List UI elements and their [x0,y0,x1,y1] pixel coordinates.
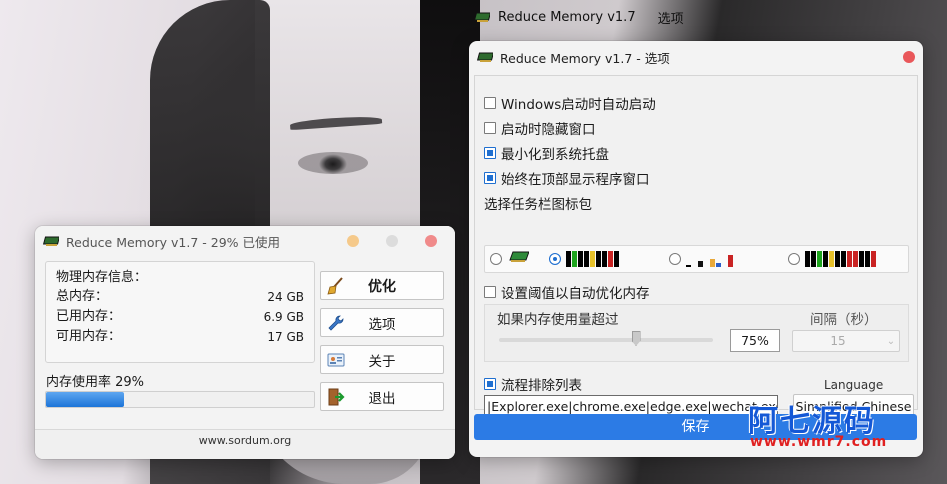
options-label: 选项 [368,316,396,333]
about-button[interactable]: 关于 [320,345,444,374]
always-on-top-checkbox[interactable]: 始终在顶部显示程序窗口 [484,168,650,188]
memory-row-label: 总内存： [56,289,109,304]
language-label: Language [824,378,884,392]
main-window: Reduce Memory v1.7 - 29% 已使用 物理内存信息： 总内存… [35,226,455,459]
website-link[interactable]: www.sordum.org [35,429,455,459]
memory-row-used: 已用内存： 6.9 GB [56,307,304,327]
memory-chip-icon [473,11,492,23]
background-title-suffix: 选项 [657,11,684,27]
chip-pack-icon [507,249,530,269]
watermark-logo: 阿七源码 www.wmr7.com [748,396,918,456]
memory-usage-bar [45,391,315,408]
led-strip-icon [566,251,619,267]
checkbox-label: 始终在顶部显示程序窗口 [501,172,650,188]
optimize-button[interactable]: 优化 [320,271,444,300]
memory-row-value: 17 GB [267,330,304,344]
checkbox-label: Windows启动时自动启动 [501,97,656,113]
bar-strip-icon [686,251,733,267]
memory-row-label: 可用内存： [56,329,122,344]
slider-thumb[interactable] [631,331,641,346]
id-card-icon [325,349,347,371]
interval-label: 间隔（秒） [810,312,878,328]
close-button[interactable] [425,235,437,247]
autostart-checkbox[interactable]: Windows启动时自动启动 [484,93,656,113]
minimize-button[interactable] [347,235,359,247]
checkbox-box[interactable] [484,172,496,184]
checkbox-box[interactable] [484,286,496,298]
checkbox-box[interactable] [484,147,496,159]
options-titlebar[interactable]: Reduce Memory v1.7 - 选项 [469,41,923,73]
interval-select[interactable]: 15 ⌄ [792,330,900,352]
memory-row-value: 24 GB [267,290,304,304]
icon-pack-option-4[interactable] [788,251,876,267]
checkbox-label: 最小化到系统托盘 [501,147,609,163]
exclusion-list-checkbox[interactable]: 流程排除列表 [484,374,582,394]
memory-info-panel: 物理内存信息： 总内存： 24 GB 已用内存： 6.9 GB 可用内存： 17… [45,261,315,363]
options-button[interactable]: 选项 [320,308,444,337]
memory-row-label: 已用内存： [56,309,122,324]
icon-pack-option-3[interactable] [669,251,733,267]
wallpaper-eye [298,152,368,174]
checkbox-box[interactable] [484,378,496,390]
options-window-title: Reduce Memory v1.7 - 选项 [500,50,670,66]
radio-button[interactable] [669,253,681,265]
radio-button[interactable] [549,253,561,265]
memory-chip-icon [42,235,61,247]
icon-pack-option-1[interactable] [490,249,530,269]
checkbox-box[interactable] [484,97,496,109]
radio-button[interactable] [788,253,800,265]
checkbox-box[interactable] [484,122,496,134]
options-panel: Windows启动时自动启动 启动时隐藏窗口 最小化到系统托盘 始终在顶部显示程… [474,75,918,419]
minimize-to-tray-checkbox[interactable]: 最小化到系统托盘 [484,143,609,163]
main-titlebar[interactable]: Reduce Memory v1.7 - 29% 已使用 [35,226,455,256]
memory-row-value: 6.9 GB [263,310,304,324]
meter-strip-icon [805,251,876,267]
checkbox-label: 流程排除列表 [501,378,582,394]
memory-info-heading: 物理内存信息： [56,270,148,285]
checkbox-label: 设置阈值以自动优化内存 [501,286,650,302]
maximize-button[interactable] [386,235,398,247]
icon-pack-label: 选择任务栏图标包 [484,197,592,213]
watermark-url: www.wmr7.com [750,434,888,450]
interval-value: 15 [830,334,846,348]
checkbox-label: 启动时隐藏窗口 [501,122,596,138]
wrench-icon [325,312,347,334]
memory-row-available: 可用内存： 17 GB [56,327,304,347]
exit-door-icon [325,386,347,408]
threshold-group: 如果内存使用量超过 间隔（秒） 75% 15 ⌄ [484,304,909,362]
close-button[interactable] [903,51,915,63]
threshold-slider[interactable] [499,331,713,346]
about-label: 关于 [368,353,396,370]
usage-threshold-label: 如果内存使用量超过 [497,312,619,328]
radio-button[interactable] [490,253,502,265]
memory-row-total: 总内存： 24 GB [56,287,304,307]
auto-optimize-checkbox[interactable]: 设置阈值以自动优化内存 [484,282,650,302]
exit-button[interactable]: 退出 [320,382,444,411]
main-window-title: Reduce Memory v1.7 - 29% 已使用 [66,234,281,250]
memory-usage-fill [46,392,124,407]
exit-label: 退出 [368,390,396,407]
icon-pack-option-2[interactable] [549,251,619,267]
background-title-text: Reduce Memory v1.7 [498,9,636,25]
chevron-down-icon: ⌄ [886,335,896,347]
threshold-percent-field[interactable]: 75% [730,329,780,352]
hide-on-start-checkbox[interactable]: 启动时隐藏窗口 [484,118,596,138]
memory-chip-icon [476,51,495,63]
options-window: Reduce Memory v1.7 - 选项 Windows启动时自动启动 启… [469,41,923,457]
background-window-title[interactable]: Reduce Memory v1.7 选项 [468,0,928,34]
broom-icon [325,275,347,297]
memory-usage-label: 内存使用率 29% [46,375,145,390]
icon-pack-selector [484,245,909,273]
optimize-label: 优化 [368,278,396,295]
